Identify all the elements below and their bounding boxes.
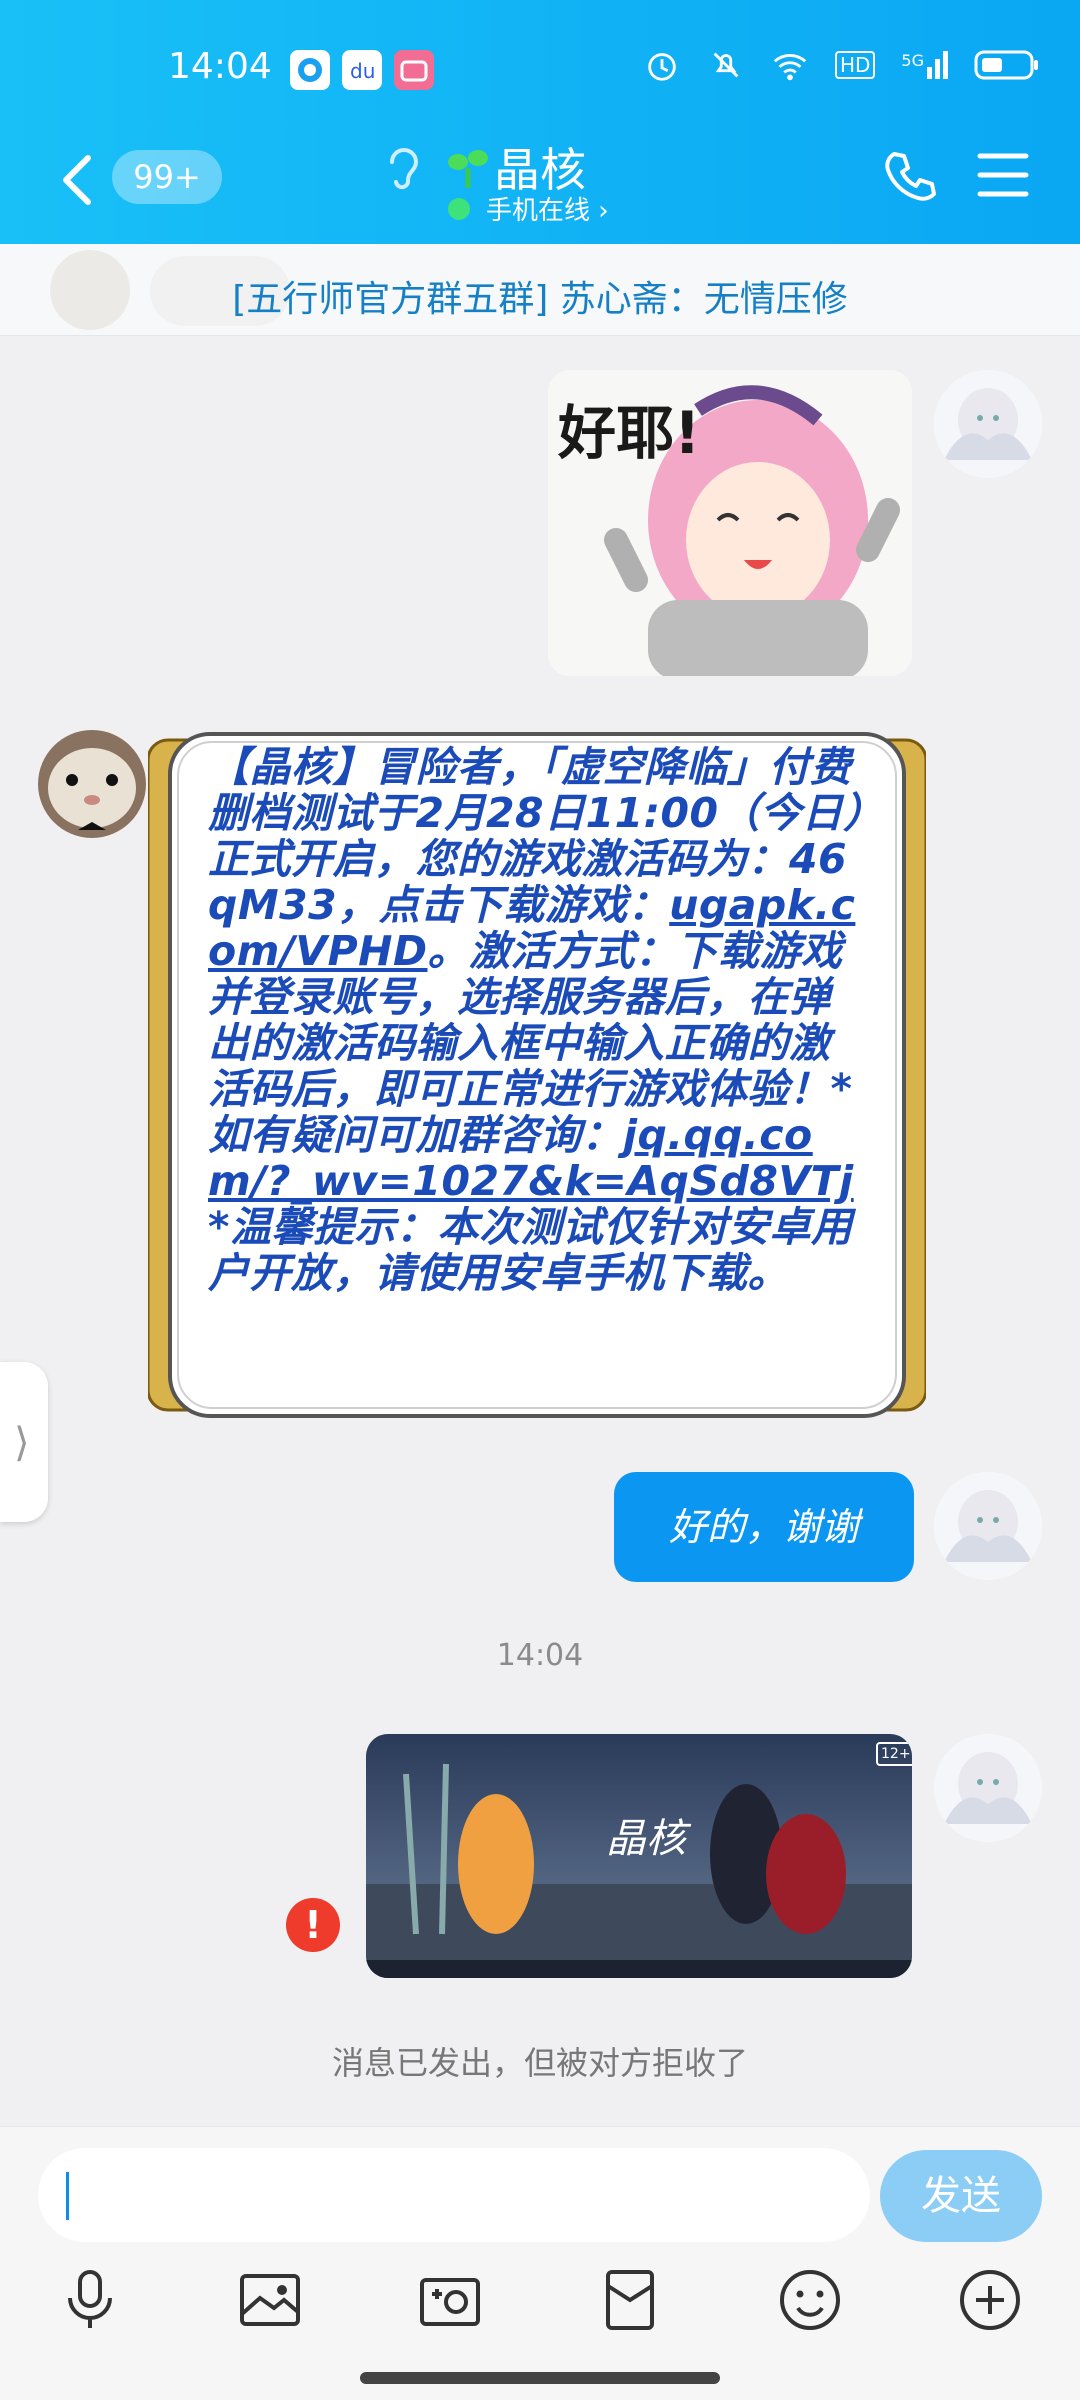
status-bar: 14:04 du HD 5G [0, 40, 1080, 100]
image-message[interactable]: 晶核 12+ [366, 1734, 912, 1978]
network-type: 5G [901, 51, 924, 70]
sticker-message[interactable]: 好耶! [548, 370, 912, 676]
chevron-right-icon: ⟩ [14, 1420, 30, 1466]
send-button[interactable]: 发送 [880, 2150, 1042, 2242]
error-icon[interactable]: ! [286, 1898, 340, 1952]
online-status-dot [448, 198, 470, 220]
message-input[interactable] [38, 2148, 870, 2242]
message-timestamp: 14:04 [496, 1638, 584, 1673]
photo-icon[interactable] [234, 2264, 306, 2336]
text-caret [66, 2172, 69, 2220]
self-avatar[interactable] [934, 1472, 1042, 1580]
svg-text:du: du [350, 59, 375, 83]
microphone-icon[interactable] [54, 2264, 126, 2336]
signal-indicator: 5G [901, 51, 948, 79]
hearing-icon [390, 148, 419, 190]
emoji-icon[interactable] [774, 2264, 846, 2336]
unread-count-badge[interactable]: 99+ [112, 150, 222, 204]
chat-header: 14:04 du HD 5G 99+ 晶核 手机在线 › [0, 0, 1080, 244]
mute-icon [713, 52, 739, 78]
status-time: 14:04 [168, 46, 272, 87]
plus-icon[interactable] [954, 2264, 1026, 2336]
group-notice-text: [五行师官方群五群] 苏心斋：无情压修 [232, 279, 848, 320]
age-rating-badge: 12+ [876, 1742, 912, 1766]
group-notice-banner[interactable]: [五行师官方群五群] 苏心斋：无情压修 [0, 244, 1080, 336]
rejected-notice: 消息已发出，但被对方拒收了 [331, 2044, 748, 2082]
app-notification-icon [290, 50, 330, 90]
hd-indicator: HD [834, 51, 876, 79]
sticker-caption: 好耶! [558, 399, 701, 467]
activation-message-text[interactable]: 【晶核】冒险者，「虚空降临」付费删档测试于2月28日11:00（今日）正式开启，… [208, 744, 868, 1296]
bilibili-icon [394, 50, 434, 90]
phone-call-icon[interactable] [882, 148, 938, 204]
camera-icon[interactable] [414, 2264, 486, 2336]
poster-game-title: 晶核 [606, 1816, 686, 1862]
menu-icon[interactable] [976, 150, 1030, 200]
home-indicator[interactable] [360, 2372, 720, 2384]
self-avatar[interactable] [934, 370, 1042, 478]
activation-text-part3: *温馨提示：本次测试仅针对安卓用户开放，请使用安卓手机下载。 [208, 1203, 853, 1297]
contact-avatar[interactable] [38, 730, 146, 838]
side-drawer-handle[interactable]: ⟩ [0, 1362, 48, 1522]
self-avatar[interactable] [934, 1734, 1042, 1842]
red-packet-icon[interactable] [594, 2264, 666, 2336]
battery-icon [974, 50, 1038, 80]
alarm-icon [648, 53, 676, 81]
wifi-icon [773, 54, 807, 81]
baidu-icon: du [342, 50, 382, 90]
self-text-bubble[interactable]: 好的，谢谢 [614, 1472, 914, 1582]
online-status[interactable]: 手机在线 › [486, 190, 609, 227]
input-toolbar [0, 2264, 1080, 2344]
back-arrow-icon[interactable] [56, 150, 96, 210]
sprout-icon [448, 150, 488, 188]
